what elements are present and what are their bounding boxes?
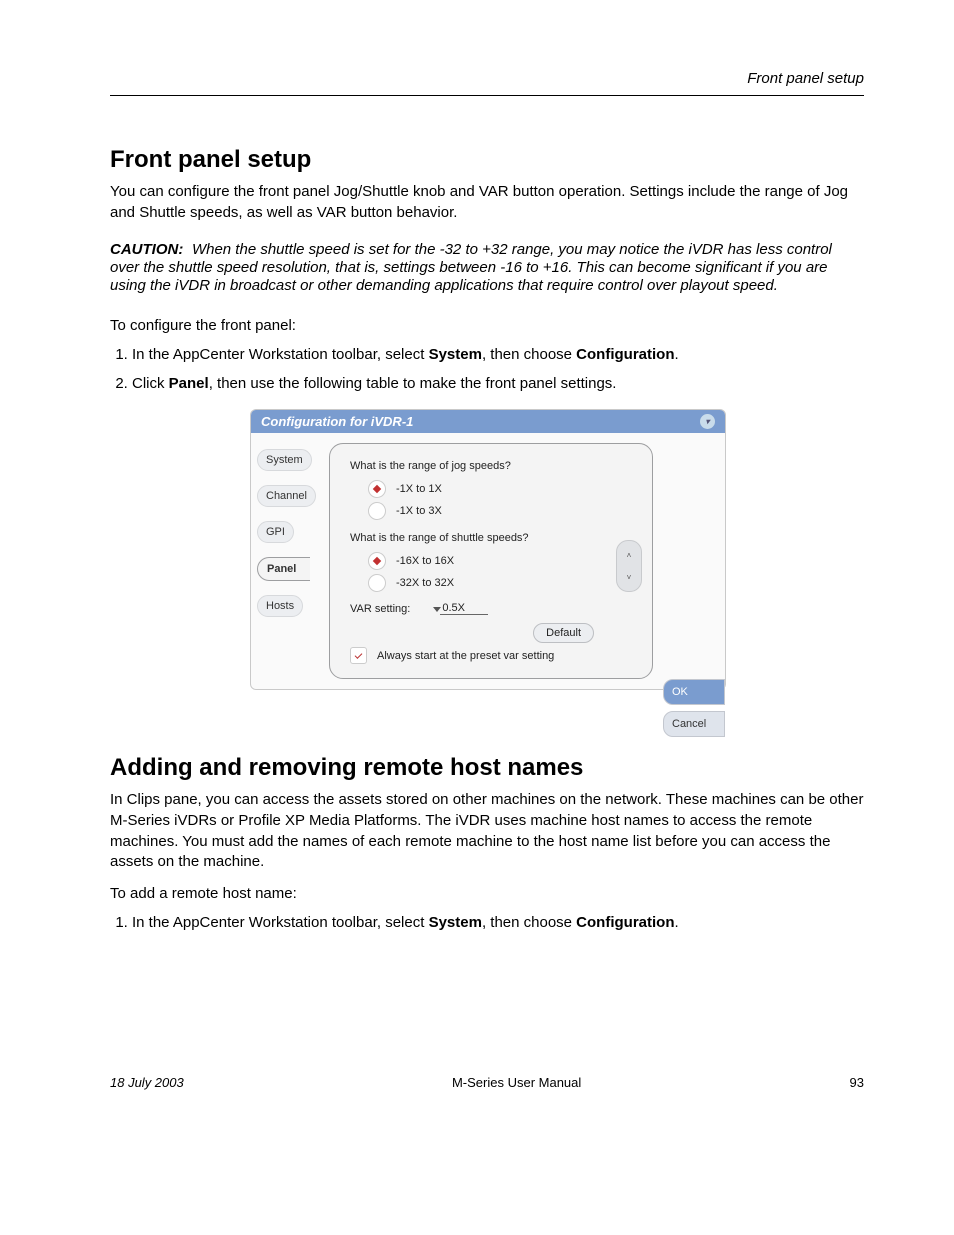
dropdown-icon[interactable]: ▾ bbox=[700, 414, 715, 429]
section1-intro: You can configure the front panel Jog/Sh… bbox=[110, 182, 864, 223]
section-title-front-panel: Front panel setup bbox=[110, 146, 864, 174]
footer-center: M-Series User Manual bbox=[452, 1075, 581, 1090]
jog-opt-1[interactable]: -1X to 1X bbox=[368, 480, 634, 498]
shuttle-opt-2-label: -32X to 32X bbox=[396, 577, 454, 589]
tab-panel[interactable]: Panel bbox=[257, 557, 310, 581]
chevron-down-icon: ˅ bbox=[627, 573, 632, 582]
jog-opt-2-label: -1X to 3X bbox=[396, 505, 442, 517]
section-title-remote-hosts: Adding and removing remote host names bbox=[110, 754, 864, 782]
dialog-tabs: System Channel GPI Panel Hosts bbox=[251, 433, 329, 689]
var-value-field[interactable]: 0.5X bbox=[440, 602, 488, 615]
caution-label: CAUTION: bbox=[110, 241, 183, 258]
footer-page: 93 bbox=[850, 1075, 864, 1090]
step-1: In the AppCenter Workstation toolbar, se… bbox=[132, 344, 864, 367]
jog-speed-question: What is the range of jog speeds? bbox=[350, 460, 634, 472]
jog-opt-2[interactable]: -1X to 3X bbox=[368, 502, 634, 520]
tab-channel[interactable]: Channel bbox=[257, 485, 316, 507]
caution-block: CAUTION: When the shuttle speed is set f… bbox=[110, 241, 864, 295]
tab-system[interactable]: System bbox=[257, 449, 312, 471]
ok-button[interactable]: OK bbox=[663, 679, 725, 705]
shuttle-speed-question: What is the range of shuttle speeds? bbox=[350, 532, 634, 544]
chevron-up-icon: ˄ bbox=[627, 551, 632, 560]
dialog-title: Configuration for iVDR-1 bbox=[261, 414, 413, 429]
steps-list-2: In the AppCenter Workstation toolbar, se… bbox=[132, 912, 864, 935]
tab-gpi[interactable]: GPI bbox=[257, 521, 294, 543]
shuttle-opt-2[interactable]: -32X to 32X bbox=[368, 574, 634, 592]
shuttle-opt-1[interactable]: -16X to 16X bbox=[368, 552, 634, 570]
radio-icon bbox=[368, 502, 386, 520]
steps-intro-1: To configure the front panel: bbox=[110, 317, 864, 334]
steps-list-1: In the AppCenter Workstation toolbar, se… bbox=[132, 344, 864, 395]
shuttle-opt-1-label: -16X to 16X bbox=[396, 555, 454, 567]
default-button[interactable]: Default bbox=[533, 623, 594, 643]
footer-date: 18 July 2003 bbox=[110, 1075, 184, 1090]
dialog-titlebar: Configuration for iVDR-1 ▾ bbox=[251, 410, 725, 433]
caution-body: When the shuttle speed is set for the -3… bbox=[110, 241, 832, 294]
step-2: Click Panel, then use the following tabl… bbox=[132, 373, 864, 396]
var-label: VAR setting: bbox=[350, 603, 410, 615]
radio-icon bbox=[368, 574, 386, 592]
panel-settings: What is the range of jog speeds? -1X to … bbox=[329, 443, 653, 679]
running-head: Front panel setup bbox=[110, 70, 864, 96]
radio-icon bbox=[368, 552, 386, 570]
checkbox-icon bbox=[350, 647, 367, 664]
sec2-step-1: In the AppCenter Workstation toolbar, se… bbox=[132, 912, 864, 935]
section2-intro: In Clips pane, you can access the assets… bbox=[110, 790, 864, 873]
always-start-checkbox-row[interactable]: Always start at the preset var setting bbox=[350, 647, 634, 664]
cancel-button[interactable]: Cancel bbox=[663, 711, 725, 737]
always-start-label: Always start at the preset var setting bbox=[377, 650, 554, 662]
tab-hosts[interactable]: Hosts bbox=[257, 595, 303, 617]
jog-opt-1-label: -1X to 1X bbox=[396, 483, 442, 495]
steps-intro-2: To add a remote host name: bbox=[110, 885, 864, 902]
radio-icon bbox=[368, 480, 386, 498]
page-spinner[interactable]: ˄ ˅ bbox=[616, 540, 642, 592]
page-footer: 18 July 2003 M-Series User Manual 93 bbox=[110, 1075, 864, 1090]
configuration-dialog: Configuration for iVDR-1 ▾ System Channe… bbox=[250, 409, 726, 690]
